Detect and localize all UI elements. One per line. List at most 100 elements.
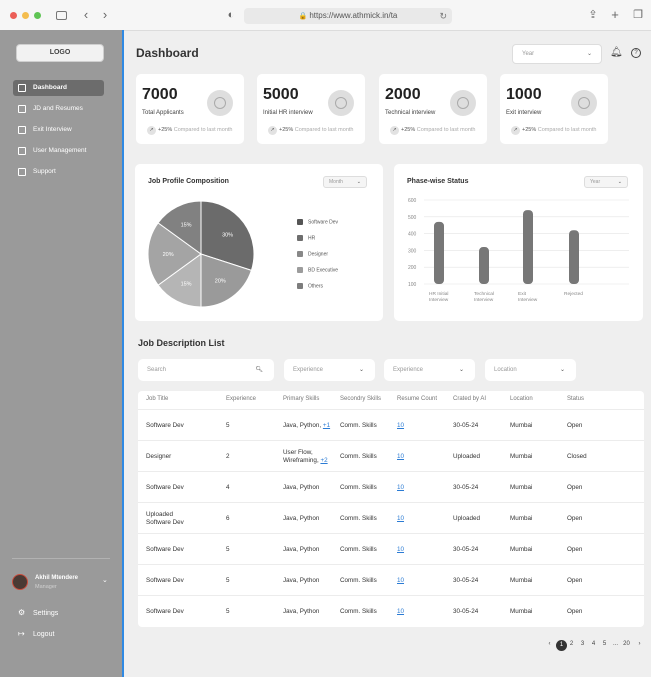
column-header[interactable]: Secondry Skills — [340, 396, 381, 402]
column-header[interactable]: Status — [567, 396, 584, 402]
status-cell: Open — [567, 607, 583, 615]
legend-item: Software Dev — [297, 219, 338, 225]
resume-count-link[interactable]: 10 — [397, 546, 404, 554]
experience-cell: 6 — [226, 514, 230, 522]
sidebar-item-user-management[interactable]: User Management — [13, 143, 104, 159]
share-icon[interactable]: ⇪ — [587, 9, 599, 21]
sidebar-toggle-icon[interactable] — [56, 11, 67, 20]
resume-count-link[interactable]: 10 — [397, 608, 404, 616]
table-row[interactable]: Designer 2 User Flow, Wireframing, +2 Comm. … — [138, 440, 644, 471]
search-icon: 🔍︎ — [255, 367, 263, 373]
column-header[interactable]: Job Title — [146, 396, 168, 402]
back-icon[interactable]: ‹ — [80, 8, 92, 21]
legend-item: Others — [297, 283, 323, 289]
maximize-window-button[interactable] — [34, 12, 41, 19]
next-page-button[interactable]: › — [635, 641, 644, 647]
stat-compare: Compared to last month — [537, 127, 597, 133]
resume-count-link[interactable]: 10 — [397, 422, 404, 430]
chevron-down-icon[interactable]: ⌄ — [102, 576, 108, 584]
table-row[interactable]: Software Dev 4 Java, Python Comm. Skills 10 3… — [138, 471, 644, 502]
avatar[interactable] — [12, 574, 28, 590]
settings-button[interactable]: ⚙ Settings — [18, 608, 58, 617]
experience-filter[interactable]: Experience ⌄ — [384, 359, 475, 381]
page-button[interactable]: 20 — [622, 641, 631, 647]
status-cell: Open — [567, 483, 583, 491]
y-tick-label: 300 — [408, 248, 417, 254]
resume-count-link[interactable]: 10 — [397, 453, 404, 461]
bar[interactable] — [569, 230, 579, 284]
user-name: Akhil Mtendere — [35, 575, 79, 581]
location-filter[interactable]: Location ⌄ — [485, 359, 576, 381]
column-header[interactable]: Primary Skills — [283, 396, 319, 402]
page-button[interactable]: 2 — [567, 641, 576, 647]
x-tick-label: Rejected — [564, 291, 583, 297]
resume-count-link[interactable]: 10 — [397, 577, 404, 585]
sidebar-item-dashboard[interactable]: Dashboard — [13, 80, 104, 96]
bar[interactable] — [479, 247, 489, 284]
secondary-skills-cell: Comm. Skills — [340, 576, 377, 584]
y-tick-label: 200 — [408, 265, 417, 271]
chevron-down-icon: ⌄ — [458, 367, 464, 373]
bell-icon[interactable]: 🔔︎ — [610, 47, 623, 58]
help-icon[interactable]: ? — [631, 48, 641, 58]
document-icon — [18, 168, 26, 176]
trend-up-icon: ↗ — [511, 126, 520, 135]
stat-value: 2000 — [385, 86, 421, 103]
resume-count-link[interactable]: 10 — [397, 484, 404, 492]
more-skills-link[interactable]: +1 — [323, 422, 330, 429]
forward-icon[interactable]: › — [99, 8, 111, 21]
more-skills-link[interactable]: +2 — [320, 457, 327, 464]
x-tick-label: Technical — [474, 291, 494, 297]
prev-page-button[interactable]: ‹ — [545, 641, 554, 647]
experience-filter[interactable]: Experience ⌄ — [284, 359, 375, 381]
phase-wise-status-card: Phase-wise Status Year ⌄ 100 200 300 400 500 6… — [394, 164, 643, 321]
address-bar[interactable]: 🔒 https://www.athmick.in/ta ↻ — [244, 8, 452, 24]
stat-value: 5000 — [263, 86, 299, 103]
table-row[interactable]: Uploaded Software Dev 6 Java, Python Comm. S… — [138, 502, 644, 533]
stat-label: Technical interview — [385, 110, 436, 116]
year-select[interactable]: Year ⌄ — [512, 44, 602, 64]
location-cell: Mumbai — [510, 607, 533, 615]
sidebar-item-support[interactable]: Support — [13, 164, 104, 180]
new-tab-icon[interactable]: + — [609, 8, 621, 21]
reload-icon[interactable]: ↻ — [439, 8, 447, 24]
page-button[interactable]: 5 — [600, 641, 609, 647]
bar[interactable] — [434, 221, 444, 284]
legend-swatch — [297, 251, 303, 257]
location-cell: Mumbai — [510, 483, 533, 491]
minimize-window-button[interactable] — [22, 12, 29, 19]
tabs-overview-icon[interactable]: ❐ — [632, 9, 644, 21]
table-row[interactable]: Software Dev 5 Java, Python Comm. Skills 10 3… — [138, 564, 644, 595]
column-header[interactable]: Resume Count — [397, 396, 437, 402]
table-row[interactable]: Software Dev 5 Java, Python Comm. Skills 10 3… — [138, 595, 644, 626]
stat-label: Exit interview — [506, 110, 542, 116]
sidebar-item-exit-interview[interactable]: Exit Interview — [13, 122, 104, 138]
page-button[interactable]: 4 — [589, 641, 598, 647]
trend-up-icon: ↗ — [268, 126, 277, 135]
column-header[interactable]: Crated by AI — [453, 396, 486, 402]
sidebar-item-jd-and-resumes[interactable]: JD and Resumes — [13, 101, 104, 117]
table-row[interactable]: Software Dev 5 Java, Python Comm. Skills 10 3… — [138, 533, 644, 564]
page-button[interactable]: 3 — [578, 641, 587, 647]
stat-compare: Compared to last month — [416, 127, 476, 133]
legend-item: Designer — [297, 251, 328, 257]
column-header[interactable]: Experience — [226, 396, 256, 402]
stat-trend: ↗ +25% Compared to last month — [268, 126, 353, 135]
stat-trend: ↗ +25% Compared to last month — [390, 126, 475, 135]
logout-button[interactable]: ↦ Logout — [18, 629, 54, 638]
search-input[interactable]: Search 🔍︎ — [138, 359, 274, 381]
job-profile-composition-card: Job Profile Composition Month ⌄ 30% 20% 15%… — [135, 164, 383, 321]
secondary-skills-cell: Comm. Skills — [340, 421, 377, 429]
stat-card-exit-interview: 1000 Exit interview ↗ +25% Compared to la… — [500, 74, 608, 144]
chart-icon — [328, 90, 354, 116]
primary-skills-cell: Java, Python — [283, 514, 320, 522]
created-by-ai-cell: 30-05-24 — [453, 607, 479, 615]
y-tick-label: 600 — [408, 198, 417, 204]
bar[interactable] — [523, 210, 533, 284]
column-header[interactable]: Location — [510, 396, 533, 402]
close-window-button[interactable] — [10, 12, 17, 19]
page-button[interactable]: 1 — [556, 640, 567, 651]
table-row[interactable]: Software Dev 5 Java, Python, +1 Comm. Skill… — [138, 409, 644, 440]
privacy-icon[interactable]: ◐ — [225, 9, 237, 21]
resume-count-link[interactable]: 10 — [397, 515, 404, 523]
